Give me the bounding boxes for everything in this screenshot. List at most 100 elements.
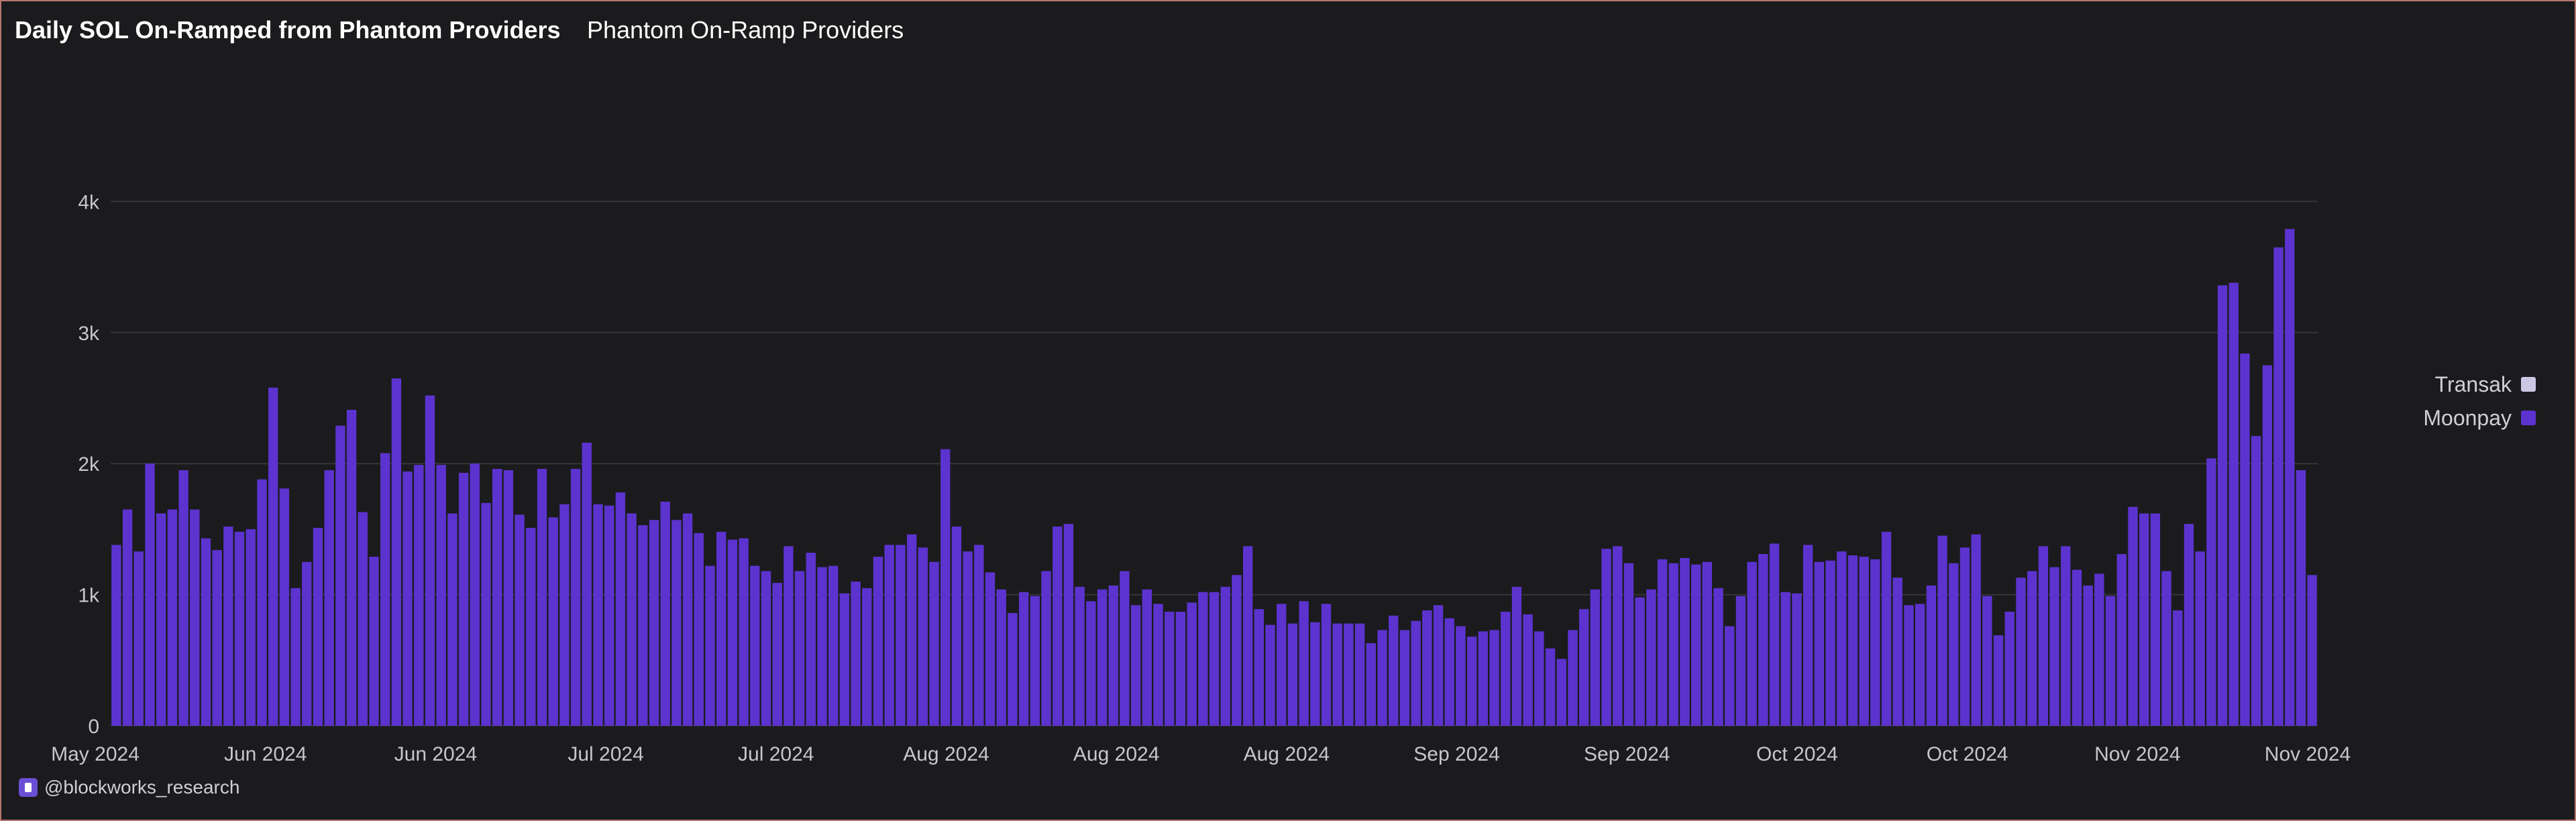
bar-moonpay [1332,623,1342,726]
bar-moonpay [682,513,693,726]
x-tick-label: Jun 2024 [394,743,477,765]
bar-moonpay [1556,659,1566,726]
bar-moonpay [1053,526,1063,726]
bar-moonpay [458,472,469,726]
bar-moonpay [761,571,771,726]
bar-moonpay [727,539,738,726]
bar-moonpay [1187,602,1197,726]
chart-plot: 0 1k 2k 3k 4k May 2024 Jun 2024 Jun 2024 Jul 202… [51,191,2351,765]
bar-moonpay [974,545,984,726]
bar-moonpay [201,538,211,726]
bar-moonpay [1646,589,1656,726]
bar-moonpay [1153,604,1163,726]
bar-moonpay [1489,630,1499,726]
bar-moonpay [133,551,144,726]
bar-moonpay [246,529,256,726]
bar-moonpay [2195,551,2205,726]
x-tick-label: Aug 2024 [903,743,989,765]
bar-moonpay [2049,567,2059,726]
bar-moonpay [1501,612,1511,726]
watermark: @blockworks_research [19,777,239,798]
bar-moonpay [1803,545,1813,726]
bar-moonpay [1859,556,1869,726]
bar-moonpay [358,512,368,726]
bar-moonpay [470,463,480,726]
bar-moonpay [1411,620,1421,726]
bar-moonpay [335,425,345,726]
bar-moonpay [1881,531,1892,726]
bar-moonpay [1971,534,1981,726]
bar-moonpay [2240,353,2250,726]
bar-moonpay [2206,458,2216,726]
bar-moonpay [1623,563,1634,726]
bar-moonpay [268,387,278,726]
bar-moonpay [1993,635,2004,726]
y-tick-label: 4k [78,191,100,213]
bar-moonpay [649,520,659,726]
legend-item-moonpay[interactable]: Moonpay [2423,401,2536,435]
bar-moonpay [234,531,245,726]
bar-moonpay [2004,612,2015,726]
bar-moonpay [2094,573,2104,726]
bar-moonpay [402,471,413,726]
bar-moonpay [2016,578,2026,726]
bar-moonpay [1422,610,1432,726]
bar-moonpay [526,527,536,726]
bar-moonpay [1837,551,1847,726]
bar-moonpay [290,588,301,726]
x-tick-label: Jul 2024 [738,743,814,765]
bar-moonpay [2128,506,2138,726]
bar-moonpay [851,582,861,726]
bar-moonpay [2116,554,2127,726]
bar-moonpay [794,571,805,726]
blockworks-logo-icon [19,778,38,797]
legend-item-transak[interactable]: Transak [2423,368,2536,401]
bar-moonpay [1466,637,1477,726]
x-tick-label: Aug 2024 [1073,743,1159,765]
bar-moonpay [817,567,827,726]
bar-moonpay [1354,623,1365,726]
legend-swatch-moonpay [2521,410,2536,425]
y-tick-label: 2k [78,453,100,476]
bar-moonpay [1814,561,1825,726]
bar-moonpay [2217,285,2228,726]
bar-moonpay [190,509,200,726]
bar-moonpay [941,449,951,726]
bar-moonpay [1960,547,1970,726]
bar-moonpay [1523,614,1533,726]
bar-moonpay [1175,612,1186,726]
bar-moonpay [178,470,189,726]
bar-moonpay [212,550,222,726]
bar-moonpay [1377,630,1387,726]
bar-moonpay [1242,546,1253,726]
bar-moonpay [873,556,883,726]
bar-moonpay [1668,563,1678,726]
bar-moonpay [1713,588,1723,726]
bar-moonpay [1635,597,1645,726]
bar-moonpay [929,561,939,726]
bar-moonpay [1075,586,1085,726]
bar-moonpay [1545,648,1556,726]
bar-moonpay [2139,513,2149,726]
bar-moonpay [2273,247,2284,726]
bar-moonpay [839,593,850,726]
bar-moonpay [1399,630,1410,726]
bar-moonpay [593,504,603,726]
bar-moonpay [2061,546,2071,726]
bar-moonpay [772,583,782,726]
bar-moonpay [1657,559,1668,726]
bar-moonpay [784,546,794,726]
bar-moonpay [481,502,491,726]
bar-moonpay [1926,585,1937,726]
bar-moonpay [1086,601,1096,726]
bar-moonpay [2105,596,2116,726]
bar-moonpay [313,527,323,726]
bar-moonpay [1433,605,1444,726]
bar-moonpay [156,513,166,726]
legend-label-moonpay: Moonpay [2423,405,2512,430]
bar-moonpay [2072,569,2082,726]
bar-moonpay [548,517,558,726]
bar-moonpay [1915,604,1925,726]
bar-moonpay [1209,592,1220,726]
y-tick-label: 1k [78,585,100,607]
